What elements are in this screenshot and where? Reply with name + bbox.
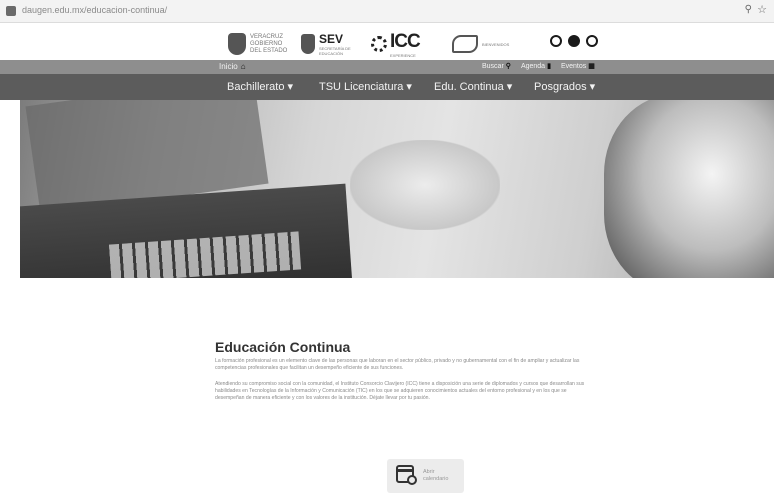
search-icon: ⚲ bbox=[505, 63, 511, 70]
hero-banner bbox=[20, 100, 774, 278]
calendar-button[interactable]: Abrir calendario bbox=[387, 459, 464, 493]
sev-logo[interactable]: SEV SECRETARÍA DE EDUCACIÓN bbox=[301, 30, 353, 58]
utility-bar: Inicio ⌂ Buscar ⚲ Agenda ▮ Eventos ▦ bbox=[0, 60, 774, 74]
facebook-icon[interactable] bbox=[568, 35, 580, 47]
icc-ring-icon bbox=[371, 36, 387, 52]
header-logos: VERACRUZ GOBIERNO DEL ESTADO SEV SECRETA… bbox=[0, 26, 774, 62]
nav-item-bachillerato[interactable]: Bachillerato ▾ bbox=[227, 80, 293, 93]
person-shape bbox=[604, 100, 774, 278]
events-link[interactable]: Eventos ▦ bbox=[561, 62, 595, 70]
detail-paragraph: Atendiendo su compromiso social con la c… bbox=[215, 381, 585, 401]
utility-links: Buscar ⚲ Agenda ▮ Eventos ▦ bbox=[482, 62, 595, 70]
star-icon[interactable]: ☆ bbox=[757, 3, 767, 16]
hand-shape bbox=[350, 140, 500, 230]
uv-logo[interactable]: BIENVENIDOS bbox=[452, 30, 532, 58]
veracruz-crest-icon bbox=[228, 33, 246, 55]
veracruz-logo[interactable]: VERACRUZ GOBIERNO DEL ESTADO bbox=[228, 30, 292, 58]
site-favicon-icon bbox=[6, 6, 16, 16]
page-title: Educación Continua bbox=[215, 339, 351, 355]
clock-icon bbox=[407, 475, 417, 485]
sev-crest-icon bbox=[301, 34, 315, 54]
icc-logo[interactable]: ICC EXPERIENCE bbox=[371, 30, 432, 58]
home-link[interactable]: Inicio ⌂ bbox=[219, 62, 246, 71]
uv-mark-icon bbox=[452, 35, 478, 53]
social-links bbox=[550, 35, 598, 47]
magnifier-icon[interactable]: ⚲ bbox=[745, 4, 752, 15]
home-icon: ⌂ bbox=[240, 62, 246, 71]
url-text[interactable]: daugen.edu.mx/educacion-continua/ bbox=[22, 5, 167, 15]
main-nav: Bachillerato ▾ TSU Licenciatura ▾ Edu. C… bbox=[0, 74, 774, 100]
nav-item-edu-continua[interactable]: Edu. Continua ▾ bbox=[434, 80, 512, 93]
bookmark-icon: ▮ bbox=[547, 63, 551, 70]
nav-item-tsu-licenciatura[interactable]: TSU Licenciatura ▾ bbox=[319, 80, 412, 93]
search-link[interactable]: Buscar ⚲ bbox=[482, 62, 511, 70]
intro-paragraph: La formación profesional es un elemento … bbox=[215, 358, 580, 371]
calendar-icon: ▦ bbox=[588, 63, 595, 70]
calendar-button-label: Abrir calendario bbox=[423, 469, 449, 482]
agenda-link[interactable]: Agenda ▮ bbox=[521, 62, 551, 70]
nav-item-posgrados[interactable]: Posgrados ▾ bbox=[534, 80, 595, 93]
instagram-icon[interactable] bbox=[550, 35, 562, 47]
browser-address-bar[interactable]: daugen.edu.mx/educacion-continua/ ⚲ ☆ bbox=[0, 0, 774, 23]
youtube-icon[interactable] bbox=[586, 35, 598, 47]
